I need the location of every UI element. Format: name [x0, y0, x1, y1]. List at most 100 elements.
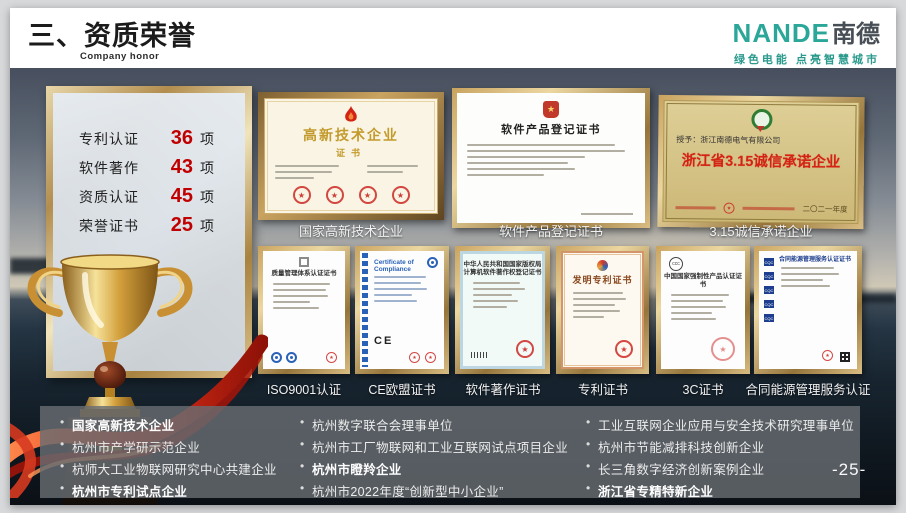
certificate-title: 质量管理体系认证证书	[263, 270, 345, 278]
ce-mark-icon: CE	[374, 335, 393, 347]
cnas-logo-icon	[286, 352, 297, 363]
logo-tagline: 绿色电能 点亮智慧城市	[733, 51, 880, 67]
certificate-paper: 质量管理体系认证证书	[263, 251, 345, 369]
stat-unit: 项	[200, 187, 214, 207]
honor-item: •浙江省专精特新企业	[586, 481, 854, 503]
stat-row: 荣誉证书 25 项	[79, 214, 245, 243]
seal-icon	[822, 350, 833, 361]
certificate-energy-management: 合同能源管理服务认证证书	[754, 246, 862, 374]
cert-caption: 国家高新技术企业	[258, 221, 444, 240]
red-stamp-text	[742, 207, 794, 211]
text-lines	[263, 283, 345, 309]
red-seals	[265, 186, 437, 204]
certificate-patent: 发明专利证书	[556, 246, 649, 374]
stat-value: 36	[159, 127, 193, 150]
seal-icon	[409, 352, 420, 363]
qr-code-icon	[840, 352, 850, 362]
certificate-paper: 软件产品登记证书	[457, 93, 645, 223]
seal-row: 二〇二一年度	[663, 202, 847, 215]
seal-icon	[723, 203, 734, 214]
honor-item: •杭州市产学研示范企业	[60, 437, 277, 459]
certificate-paper: 发明专利证书	[561, 251, 644, 369]
stat-row: 专利认证 36 项	[79, 127, 245, 156]
text-lines	[360, 276, 444, 302]
company-logo: NANDE 南德 绿色电能 点亮智慧城市	[733, 14, 880, 67]
stat-value: 43	[159, 156, 193, 179]
certificate-title: 发明专利证书	[563, 273, 642, 286]
seal-icon	[711, 337, 735, 361]
seal-icon	[326, 186, 344, 204]
stat-value: 45	[159, 185, 193, 208]
vertical-text-strip	[362, 253, 368, 367]
text-lines	[463, 282, 542, 308]
certificate-title: 高新技术企业	[265, 125, 437, 145]
seal-icon	[615, 340, 633, 358]
page-number: -25-	[832, 460, 866, 480]
certificate-software-copyright: 中华人民共和国国家版权局 计算机软件著作权登记证书	[455, 246, 550, 374]
certificate-title: 浙江省3.15诚信承诺企业	[664, 149, 858, 172]
seal-icon	[392, 186, 410, 204]
stat-unit: 项	[200, 158, 214, 178]
certificate-title: 中华人民共和国国家版权局	[463, 261, 542, 269]
sipo-logo-icon	[597, 260, 608, 271]
text-lines	[265, 165, 437, 179]
cqc-logo-band	[762, 254, 776, 366]
honor-item: •杭州市专利试点企业	[60, 481, 277, 503]
certificate-paper: 中国国家强制性产品认证证书	[661, 251, 745, 369]
certificate-paper: 中华人民共和国国家版权局 计算机软件著作权登记证书	[460, 251, 545, 369]
stat-value: 25	[159, 214, 193, 237]
stat-label: 资质认证	[79, 187, 159, 207]
certificate-ce: Certificate of Compliance CE	[355, 246, 449, 374]
honor-item: •杭州市2022年度“创新型中小企业”	[300, 481, 568, 503]
certificate-paper: 授予：浙江南德电气有限公司 浙江省3.15诚信承诺企业 二〇二一年度	[662, 100, 859, 224]
logo-wordmark-cn: 南德	[832, 14, 880, 49]
stat-row: 资质认证 45 项	[79, 185, 245, 214]
national-emblem-icon	[543, 101, 559, 118]
certificate-subtitle: 证书	[265, 146, 437, 159]
red-stamp-text	[676, 206, 716, 209]
ccc-logo-icon	[669, 257, 683, 271]
honors-column-3: •工业互联网企业应用与安全技术研究理事单位 •杭州市节能减排科技创新企业 •长三…	[586, 415, 854, 503]
slide-header: 三、资质荣誉 Company honor NANDE 南德 绿色电能 点亮智慧城…	[10, 8, 896, 68]
stat-unit: 项	[200, 216, 214, 236]
text-lines	[661, 294, 745, 320]
tuv-logo-icon	[427, 257, 438, 268]
certificate-title: 计算机软件著作权登记证书	[463, 269, 542, 277]
seal-icon	[326, 352, 337, 363]
honor-item: •杭州市节能减排科技创新企业	[586, 437, 854, 459]
page-subtitle: Company honor	[80, 51, 159, 62]
certifier-logo-icon	[299, 257, 309, 267]
logo-wordmark-en: NANDE	[733, 18, 830, 49]
honor-item: •国家高新技术企业	[60, 415, 277, 437]
certificate-paper: Certificate of Compliance CE	[360, 251, 444, 369]
honor-item: •杭师大工业物联网研究中心共建企业	[60, 459, 277, 481]
slide: 三、资质荣誉 Company honor NANDE 南德 绿色电能 点亮智慧城…	[10, 8, 896, 505]
stat-label: 专利认证	[79, 129, 159, 149]
stat-unit: 项	[200, 129, 214, 149]
cert-caption: 3.15诚信承诺企业	[658, 221, 864, 240]
honor-item: •杭州市工厂物联网和工业互联网试点项目企业	[300, 437, 568, 459]
certificate-paper: 合同能源管理服务认证证书	[759, 251, 857, 369]
honors-column-2: •杭州数字联合会理事单位 •杭州市工厂物联网和工业互联网试点项目企业 •杭州市瞪…	[300, 415, 568, 503]
logo-row	[271, 352, 337, 363]
iaf-logo-icon	[271, 352, 282, 363]
cert-caption: 合同能源管理服务认证	[733, 379, 883, 398]
honor-item: •杭州数字联合会理事单位	[300, 415, 568, 437]
text-lines	[563, 292, 642, 318]
stat-label: 软件著作	[79, 158, 159, 178]
certificate-315-integrity: 授予：浙江南德电气有限公司 浙江省3.15诚信承诺企业 二〇二一年度	[657, 95, 864, 229]
certificate-title: 软件产品登记证书	[457, 121, 645, 137]
cqc-logo-icon	[764, 314, 774, 322]
barcode-icon	[471, 352, 487, 358]
cqc-logo-icon	[764, 258, 774, 266]
page-title: 三、资质荣誉	[28, 14, 196, 53]
date-line	[581, 213, 633, 215]
cqc-logo-icon	[764, 300, 774, 308]
green-badge-icon	[751, 109, 772, 130]
honors-band: •国家高新技术企业 •杭州市产学研示范企业 •杭师大工业物联网研究中心共建企业 …	[40, 406, 860, 498]
certificate-high-tech-enterprise: 高新技术企业 证书	[258, 92, 444, 220]
certificate-3c: 中国国家强制性产品认证证书	[656, 246, 750, 374]
flame-icon	[343, 106, 359, 124]
seal-icon	[293, 186, 311, 204]
certificate-iso9001: 质量管理体系认证证书	[258, 246, 350, 374]
